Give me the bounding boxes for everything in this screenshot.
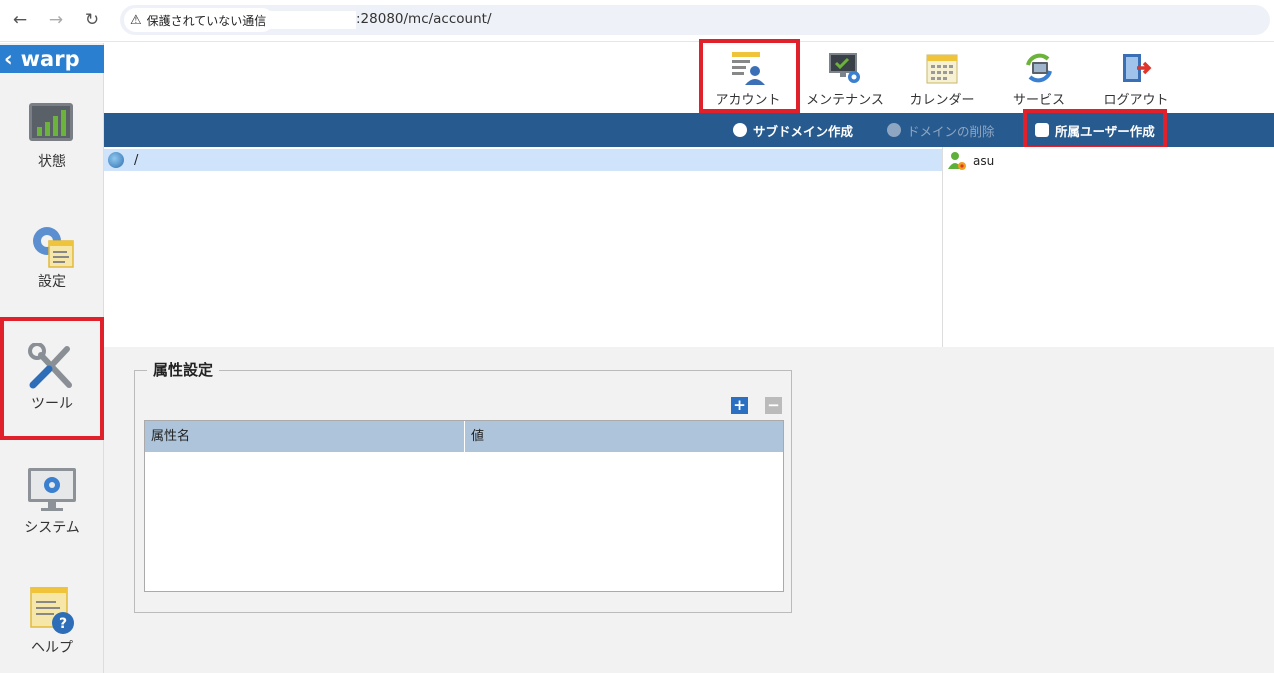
delete-domain-button[interactable]: ドメインの削除 — [887, 113, 995, 147]
table-header: 属性名 値 — [145, 421, 783, 452]
help-icon: ? — [27, 586, 77, 634]
column-header-value[interactable]: 値 — [465, 421, 484, 452]
remove-attribute-button[interactable]: − — [765, 397, 782, 414]
column-header-name[interactable]: 属性名 — [145, 421, 465, 452]
attribute-fieldset: 属性設定 + − 属性名 値 — [134, 359, 792, 613]
redacted-host — [268, 11, 356, 29]
attribute-table: 属性名 値 — [144, 420, 784, 592]
toolbar-label: サービス — [1012, 93, 1065, 108]
sidebar-item-label: 状態 — [38, 154, 66, 170]
user-icon — [947, 151, 967, 171]
sidebar-item-system[interactable]: システム — [0, 467, 104, 537]
add-attribute-button[interactable]: + — [731, 397, 748, 414]
sidebar-item-settings[interactable]: 設定 — [0, 221, 104, 291]
toolbar-label: カレンダー — [909, 93, 975, 108]
domain-tree: / — [104, 147, 942, 347]
status-chart-icon — [27, 101, 77, 145]
browser-toolbar: ← → ↻ ⚠ 保護されていない通信 :28080/mc/account/ — [0, 0, 1274, 42]
toolbar-maintenance[interactable]: メンテナンス — [800, 51, 890, 108]
list-item[interactable]: asu — [947, 151, 994, 171]
highlight-create-user — [1023, 109, 1167, 150]
logout-icon — [1119, 51, 1153, 85]
main-toolbar: アカウント メンテナンス カレンダー サービス ログアウト — [104, 39, 1274, 113]
left-sidebar: ‹ warp 状態 設定 ツール システム ? ヘルプ — [0, 43, 104, 673]
maintenance-icon — [828, 51, 862, 85]
user-list: asu — [942, 147, 1274, 347]
toolbar-service[interactable]: サービス — [994, 51, 1084, 108]
reload-icon[interactable]: ↻ — [82, 10, 102, 30]
sidebar-item-label: システム — [24, 520, 80, 536]
toolbar-label: ログアウト — [1103, 93, 1169, 108]
toolbar-label: メンテナンス — [806, 93, 884, 108]
sidebar-item-label: ヘルプ — [31, 640, 73, 656]
url-text: :28080/mc/account/ — [356, 11, 492, 27]
security-chip[interactable]: ⚠ 保護されていない通信 — [124, 8, 275, 32]
sidebar-item-status[interactable]: 状態 — [0, 101, 104, 171]
delete-globe-icon — [887, 123, 901, 137]
sidebar-item-help[interactable]: ? ヘルプ — [0, 586, 104, 657]
address-bar[interactable]: ⚠ 保護されていない通信 :28080/mc/account/ — [120, 5, 1270, 35]
subdomain-globe-icon — [733, 123, 747, 137]
system-monitor-icon — [27, 467, 77, 511]
plus-icon: + — [733, 396, 746, 414]
warning-icon: ⚠ — [130, 12, 142, 28]
user-name: asu — [973, 154, 995, 168]
svg-text:?: ? — [59, 616, 67, 632]
toolbar-calendar[interactable]: カレンダー — [897, 51, 987, 108]
security-label: 保護されていない通信 — [146, 13, 267, 28]
create-subdomain-label: サブドメイン作成 — [753, 123, 854, 139]
forward-arrow-icon[interactable]: → — [46, 10, 66, 30]
warp-logo[interactable]: ‹ warp — [0, 45, 104, 73]
sidebar-item-label: 設定 — [38, 274, 66, 290]
attribute-title: 属性設定 — [147, 359, 220, 380]
calendar-icon — [925, 51, 959, 85]
attribute-section: 属性設定 + − 属性名 値 — [104, 347, 1274, 673]
globe-icon — [108, 152, 124, 168]
back-arrow-icon[interactable]: ← — [10, 10, 30, 30]
settings-gear-icon — [27, 221, 77, 268]
tree-node-root[interactable]: / — [104, 149, 942, 171]
chevron-left-icon: ‹ — [4, 47, 13, 71]
service-icon — [1022, 51, 1056, 85]
action-bar: サブドメイン作成 ドメインの削除 所属ユーザー作成 — [104, 109, 1274, 150]
highlight-tools — [0, 317, 104, 440]
delete-domain-label: ドメインの削除 — [907, 123, 995, 139]
minus-icon: − — [767, 396, 780, 414]
create-subdomain-button[interactable]: サブドメイン作成 — [733, 113, 853, 147]
tree-node-label: / — [134, 152, 139, 168]
highlight-account — [699, 39, 800, 113]
logo-text: warp — [20, 47, 80, 71]
toolbar-logout[interactable]: ログアウト — [1091, 51, 1181, 108]
